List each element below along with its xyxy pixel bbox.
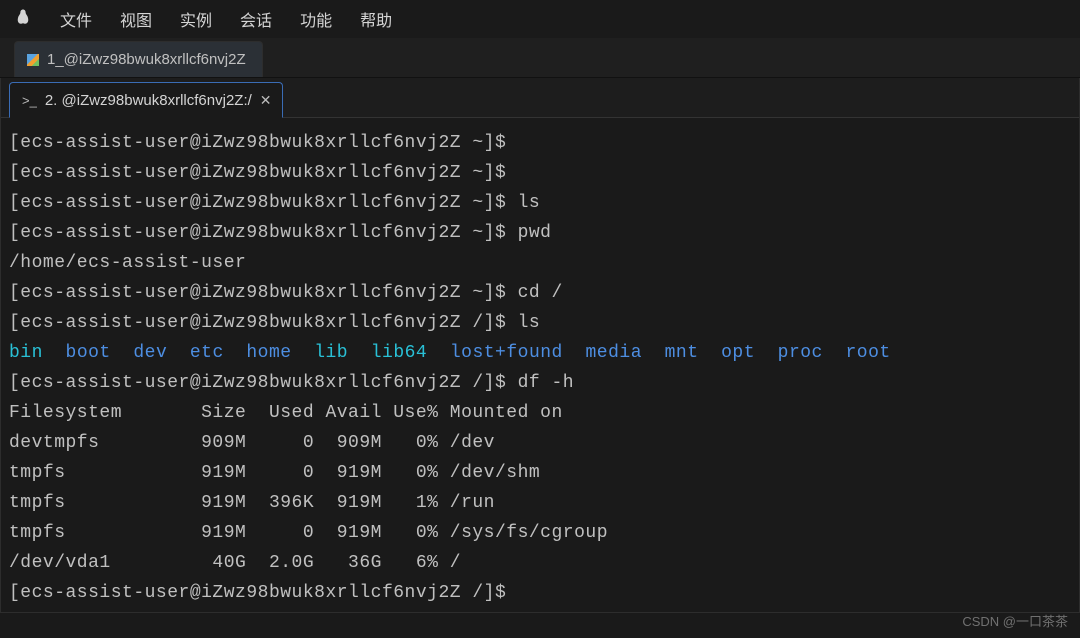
menu-session[interactable]: 会话 bbox=[240, 7, 272, 31]
tab-color-icon bbox=[27, 54, 39, 66]
menu-file[interactable]: 文件 bbox=[60, 7, 92, 31]
terminal-tab-active[interactable]: >_ 2. @iZwz98bwuk8xrllcf6nvj2Z:/ ✕ bbox=[9, 82, 283, 118]
terminal-panel: >_ 2. @iZwz98bwuk8xrllcf6nvj2Z:/ ✕ [ecs-… bbox=[0, 78, 1080, 613]
terminal-icon: >_ bbox=[22, 93, 37, 108]
watermark: CSDN @一口茶茶 bbox=[962, 611, 1068, 630]
session-tab-1[interactable]: 1_@iZwz98bwuk8xrllcf6nvj2Z bbox=[14, 41, 263, 77]
menubar: 文件 视图 实例 会话 功能 帮助 bbox=[0, 0, 1080, 38]
session-tab-label: 1_@iZwz98bwuk8xrllcf6nvj2Z bbox=[47, 51, 246, 68]
menu-view[interactable]: 视图 bbox=[120, 7, 152, 31]
terminal-output[interactable]: [ecs-assist-user@iZwz98bwuk8xrllcf6nvj2Z… bbox=[1, 118, 1079, 612]
terminal-tabstrip: >_ 2. @iZwz98bwuk8xrllcf6nvj2Z:/ ✕ bbox=[1, 78, 1079, 118]
menu-instance[interactable]: 实例 bbox=[180, 7, 212, 31]
penguin-icon bbox=[14, 8, 32, 31]
session-tabstrip: 1_@iZwz98bwuk8xrllcf6nvj2Z bbox=[0, 38, 1080, 78]
close-icon[interactable]: ✕ bbox=[260, 92, 272, 109]
terminal-tab-label: 2. @iZwz98bwuk8xrllcf6nvj2Z:/ bbox=[45, 92, 252, 109]
menu-help[interactable]: 帮助 bbox=[360, 7, 392, 31]
menu-function[interactable]: 功能 bbox=[300, 7, 332, 31]
